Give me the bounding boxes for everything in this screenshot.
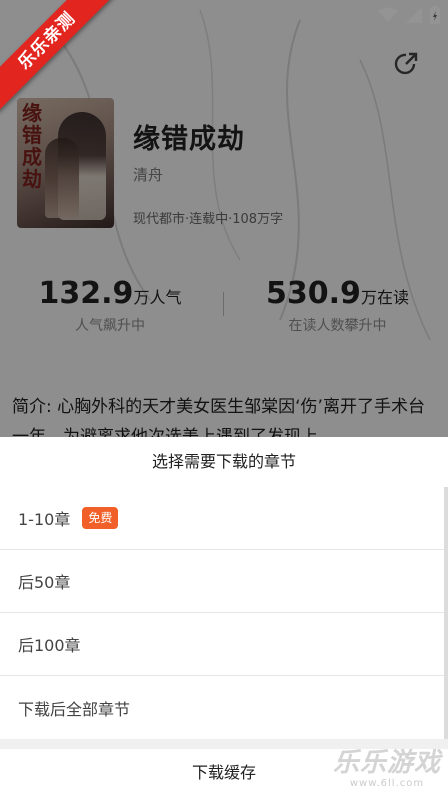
option-all-remaining-chapters[interactable]: 下载后全部章节 [0,676,448,739]
watermark-main: 乐乐游戏 [332,748,441,778]
option-next-50-chapters[interactable]: 后50章 [0,550,448,613]
option-label: 下载后全部章节 [18,699,131,719]
option-label: 后100章 [18,636,81,655]
sheet-title: 选择需要下载的章节 [151,452,296,471]
option-first-10-chapters[interactable]: 1-10章 免费 [0,487,448,550]
corner-ribbon: 乐乐亲测 [0,0,130,130]
ribbon-label: 乐乐亲测 [0,0,118,112]
download-sheet: 选择需要下载的章节 1-10章 免费 后50章 后100章 下载后全部章节 下载… [0,437,448,797]
option-label: 后50章 [18,573,71,592]
watermark-url: www.6ll.com [349,778,425,789]
site-watermark: 乐乐游戏 www.6ll.com [332,748,442,794]
option-label: 1-10章 [18,510,71,529]
chapter-options: 1-10章 免费 后50章 后100章 下载后全部章节 [0,487,448,739]
option-next-100-chapters[interactable]: 后100章 [0,613,448,676]
scrollbar[interactable] [444,487,448,745]
free-badge: 免费 [82,507,119,529]
